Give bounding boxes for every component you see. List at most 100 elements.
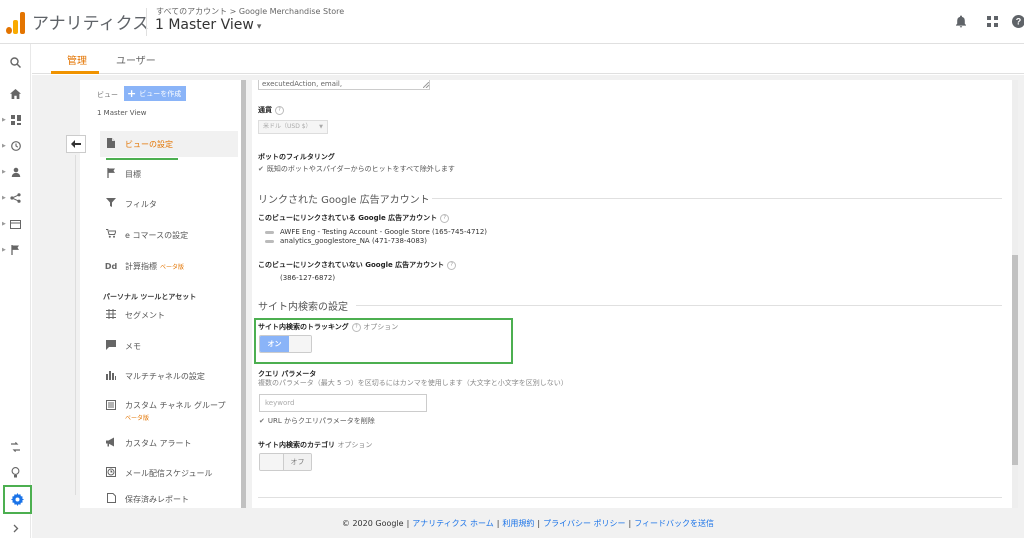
tab-admin[interactable]: 管理 (67, 52, 87, 67)
query-param-input[interactable]: keyword (259, 394, 427, 412)
panel-scrollbar-thumb[interactable] (1012, 255, 1018, 465)
help-icon[interactable]: ? (351, 322, 361, 332)
breadcrumb-separator: > (229, 7, 237, 16)
bars-icon (104, 370, 118, 383)
nav-item-label: メモ (125, 341, 141, 351)
tracking-toggle[interactable]: オン (259, 335, 312, 353)
linked-account-row[interactable]: AWFE Eng - Testing Account - Google Stor… (265, 228, 487, 236)
footer-link-analytics-home[interactable]: アナリティクス ホーム (412, 519, 493, 528)
header-divider (146, 8, 147, 36)
cart-icon (104, 229, 118, 241)
section-divider (432, 198, 1002, 199)
nav-saved-reports[interactable]: 保存済みレポート (100, 490, 238, 508)
nav-item-label: 計算指標 (125, 261, 157, 271)
nav-goals[interactable]: 目標 (100, 161, 238, 187)
column-divider (75, 155, 76, 495)
customization-icon[interactable]: ▶ (0, 110, 31, 130)
nav-calculated-metrics[interactable]: Dd 計算指標 ベータ版 (100, 253, 238, 279)
top-header: アナリティクス すべてのアカウント > Google Merchandise S… (0, 0, 1024, 44)
nav-email-schedule[interactable]: メール配信スケジュール (100, 460, 238, 486)
nav-ecommerce[interactable]: e コマースの設定 (100, 222, 238, 248)
channel-group-icon (104, 400, 118, 413)
tracking-label: サイト内検索のトラッキング? オプション (258, 322, 398, 332)
analytics-logo-icon[interactable] (6, 10, 26, 34)
active-tab-indicator (51, 71, 99, 74)
link-icon (265, 230, 274, 234)
nav-custom-alerts[interactable]: カスタム アラート (100, 430, 238, 456)
flag-icon (104, 167, 118, 181)
apps-icon[interactable] (984, 13, 1000, 29)
linked-ads-heading: リンクされた Google 広告アカウント (258, 195, 430, 206)
document-icon (104, 137, 118, 151)
admin-gear-icon[interactable] (3, 485, 32, 514)
attribution-icon[interactable] (0, 437, 31, 457)
personal-tools-heading: パーソナル ツールとアセット (103, 293, 197, 301)
tab-user[interactable]: ユーザー (116, 52, 156, 67)
help-icon[interactable]: ? (1010, 13, 1024, 29)
linked-account-row[interactable]: analytics_googlestore_NA (471-738-4083) (265, 237, 427, 245)
audience-person-icon[interactable]: ▶ (0, 162, 31, 182)
view-selector-label: 1 Master View (155, 17, 254, 33)
nav-item-label: メール配信スケジュール (125, 468, 213, 478)
bell-icon[interactable] (953, 13, 969, 29)
create-view-button[interactable]: + ビューを作成 (124, 86, 187, 101)
discover-lightbulb-icon[interactable] (0, 462, 31, 482)
toggle-on-label: オン (260, 336, 289, 352)
not-linked-label: このビューにリンクされていない Google 広告アカウント? (258, 260, 457, 270)
bottom-divider (258, 497, 1002, 498)
nav-annotations[interactable]: メモ (100, 333, 238, 359)
nav-segments[interactable]: セグメント (100, 302, 238, 328)
back-arrow-button[interactable] (66, 135, 86, 153)
not-linked-text: このビューにリンクされていない Google 広告アカウント (258, 261, 445, 269)
create-view-label: ビューを作成 (139, 89, 182, 98)
linked-account-name: analytics_googlestore_NA (471-738-4083) (280, 237, 427, 245)
note-icon (104, 339, 118, 353)
footer-link-feedback[interactable]: フィードバックを送信 (634, 519, 714, 528)
remove-param-checkbox-label: URL からクエリパラメータを削除 (267, 417, 375, 425)
toggle-knob (289, 336, 311, 352)
view-column-scrollbar[interactable] (241, 80, 246, 508)
category-label-text: サイト内検索のカテゴリ (258, 441, 335, 449)
excluded-query-params-textarea[interactable]: executedAction, email, (258, 80, 430, 90)
remove-param-checkbox[interactable]: ✔ URL からクエリパラメータを削除 (259, 416, 375, 426)
nav-filters[interactable]: フィルタ (100, 191, 238, 217)
behavior-icon[interactable]: ▶ (0, 214, 31, 234)
view-selector[interactable]: 1 Master View ▾ (155, 17, 261, 33)
breadcrumb[interactable]: すべてのアカウント > Google Merchandise Store (156, 6, 344, 17)
category-toggle[interactable]: オフ (259, 453, 312, 471)
realtime-clock-icon[interactable]: ▶ (0, 136, 31, 156)
not-linked-account[interactable]: (386-127-6872) (280, 274, 335, 282)
help-icon[interactable]: ? (440, 213, 450, 223)
site-search-heading: サイト内検索の設定 (258, 302, 348, 313)
home-icon[interactable] (0, 84, 31, 104)
svg-text:?: ? (1015, 16, 1021, 26)
expand-rail-chevron-icon[interactable] (0, 518, 31, 538)
nav-item-label: フィルタ (125, 199, 157, 209)
nav-custom-channel-groups[interactable]: カスタム チャネル グループ ベータ版 (100, 394, 238, 424)
acquisition-icon[interactable]: ▶ (0, 188, 31, 208)
linked-account-name: AWFE Eng - Testing Account - Google Stor… (280, 228, 488, 236)
resize-handle-icon[interactable] (423, 82, 429, 88)
linked-to-view-label: このビューにリンクされている Google 広告アカウント? (258, 213, 450, 223)
nav-multichannel[interactable]: マルチチャネルの設定 (100, 363, 238, 389)
help-icon[interactable]: ? (447, 260, 457, 270)
beta-badge: ベータ版 (125, 415, 150, 422)
tracking-label-text: サイト内検索のトラッキング (258, 323, 349, 331)
bot-filter-checkbox[interactable]: ✔ 既知のボットやスパイダーからのヒットをすべて除外します (258, 164, 455, 174)
search-icon[interactable] (0, 52, 31, 72)
footer-link-terms[interactable]: 利用規約 (502, 519, 534, 528)
breadcrumb-account[interactable]: Google Merchandise Store (239, 7, 344, 16)
conversions-flag-icon[interactable]: ▶ (0, 240, 31, 260)
chevron-down-icon: ▾ (256, 22, 262, 32)
query-param-help: 複数のパラメータ（最大 5 つ）を区切るにはカンマを使用します（大文字と小文字を… (258, 379, 568, 387)
segment-icon (104, 308, 118, 322)
toggle-knob (260, 454, 284, 470)
currency-select[interactable]: 米ドル（USD $） ▼ (258, 120, 328, 134)
nav-view-settings[interactable]: ビューの設定 (100, 131, 238, 160)
nav-item-label: e コマースの設定 (125, 230, 189, 240)
help-icon[interactable]: ? (275, 105, 284, 115)
footer-link-privacy[interactable]: プライバシー ポリシー (543, 519, 625, 528)
admin-tabs: 管理 ユーザー (32, 44, 1024, 74)
breadcrumb-all-accounts[interactable]: すべてのアカウント (156, 7, 227, 16)
app-name[interactable]: アナリティクス (32, 9, 149, 34)
